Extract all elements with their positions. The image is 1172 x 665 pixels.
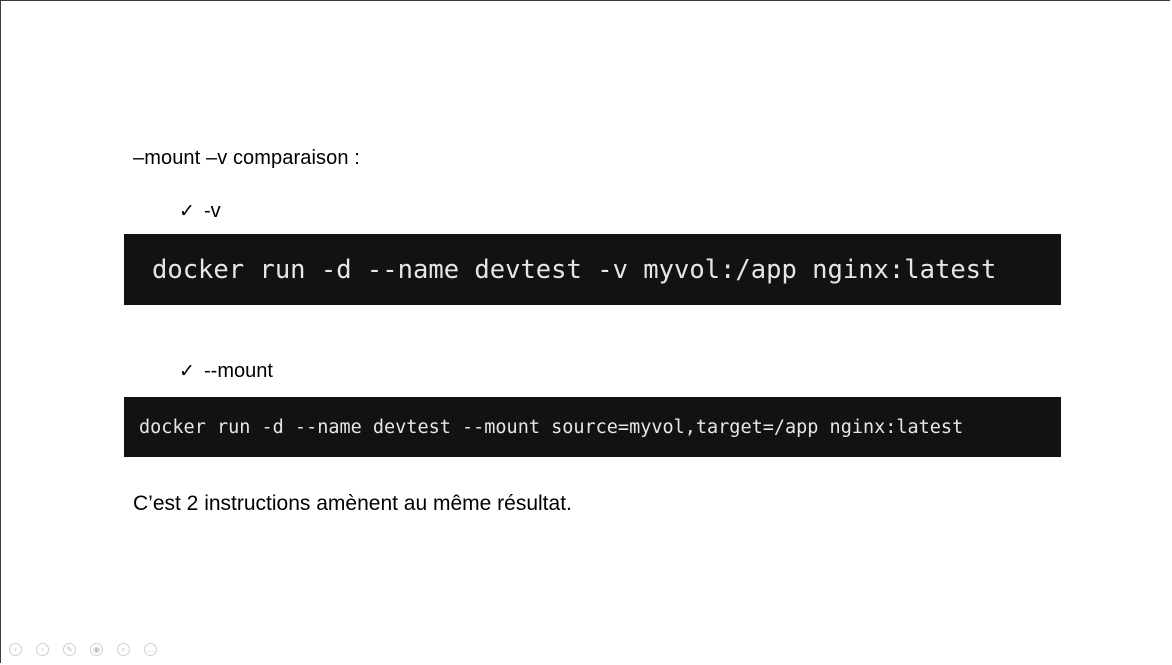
conclusion-text: C’est 2 instructions amènent au même rés… [133,492,572,515]
pointer-icon[interactable]: ◉ [90,643,103,656]
next-icon[interactable]: › [36,643,49,656]
presentation-toolbar: ‹ › ✎ ◉ ⌕ … [9,643,157,656]
pen-icon[interactable]: ✎ [63,643,76,656]
bullet-mount: ✓ --mount [179,360,273,383]
code-block-v: docker run -d --name devtest -v myvol:/a… [124,234,1061,305]
bullet-v: ✓ -v [179,200,221,223]
zoom-icon[interactable]: ⌕ [117,643,130,656]
code-block-mount: docker run -d --name devtest --mount sou… [124,397,1061,457]
check-icon: ✓ [179,361,195,382]
bullet-label: --mount [204,360,273,382]
check-icon: ✓ [179,201,195,222]
more-icon[interactable]: … [144,643,157,656]
bullet-label: -v [204,200,221,222]
slide: –mount –v comparaison : ✓ -v docker run … [0,0,1170,663]
slide-heading: –mount –v comparaison : [133,147,360,169]
prev-icon[interactable]: ‹ [9,643,22,656]
